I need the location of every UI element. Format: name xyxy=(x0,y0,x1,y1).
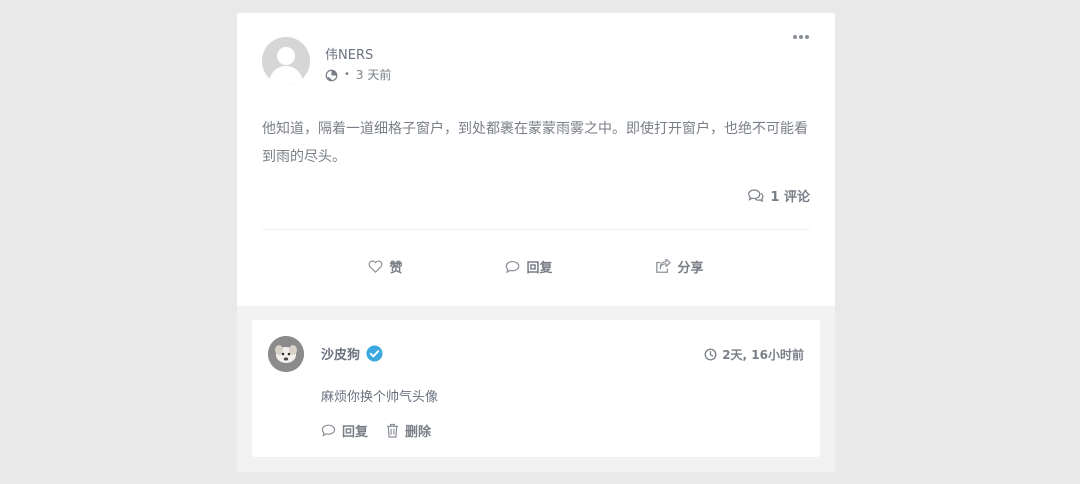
meta-separator: • xyxy=(344,69,350,80)
share-button[interactable]: 分享 xyxy=(655,257,704,276)
dog-avatar-icon xyxy=(268,336,304,372)
divider xyxy=(262,229,810,230)
post-header: 伟NERS • 3 天前 xyxy=(262,37,391,85)
heart-icon xyxy=(369,260,383,273)
more-dot-icon xyxy=(799,35,803,39)
comment-delete-label: 删除 xyxy=(405,425,432,440)
post-time[interactable]: 3 天前 xyxy=(356,67,391,83)
comment-item: 沙皮狗 2天, 16小时前 麻烦你换个帅气头像 回复 删除 xyxy=(252,320,820,457)
share-label: 分享 xyxy=(677,261,704,276)
comment-time[interactable]: 2天, 16小时前 xyxy=(704,346,804,363)
globe-icon xyxy=(325,69,338,81)
comment-actions: 回复 删除 xyxy=(321,421,431,440)
author-avatar[interactable] xyxy=(262,37,310,85)
like-button[interactable]: 赞 xyxy=(368,257,403,276)
author-name[interactable]: 伟NERS xyxy=(325,47,391,65)
post-actions: 赞 回复 分享 xyxy=(237,257,835,276)
speech-bubble-icon xyxy=(506,260,520,273)
reply-button[interactable]: 回复 xyxy=(505,257,553,276)
commenter-name-row: 沙皮狗 xyxy=(321,344,383,363)
comments-section: 沙皮狗 2天, 16小时前 麻烦你换个帅气头像 回复 删除 xyxy=(237,306,835,472)
commenter-avatar[interactable] xyxy=(268,336,304,372)
comment-delete-button[interactable]: 删除 xyxy=(386,421,431,440)
commenter-name[interactable]: 沙皮狗 xyxy=(321,344,360,363)
clock-icon xyxy=(704,348,717,361)
comment-time-label: 2天, 16小时前 xyxy=(722,348,804,362)
post-card: 伟NERS • 3 天前 他知道，隔着一道细格子窗户，到处都裹在蒙蒙雨雾之中。即… xyxy=(237,13,835,472)
post-content: 他知道，隔着一道细格子窗户，到处都裹在蒙蒙雨雾之中。即使打开窗户，也绝不可能看到… xyxy=(262,121,808,165)
default-avatar-icon xyxy=(262,37,310,85)
post-meta: • 3 天前 xyxy=(325,67,391,83)
share-icon xyxy=(656,259,672,273)
comment-count-link[interactable]: 1 评论 xyxy=(747,186,810,205)
more-dot-icon xyxy=(805,35,809,39)
comment-content: 麻烦你换个帅气头像 xyxy=(321,390,439,405)
speech-bubble-icon xyxy=(321,424,336,437)
author-block: 伟NERS • 3 天前 xyxy=(325,47,391,83)
comments-icon xyxy=(748,189,764,203)
reply-label: 回复 xyxy=(526,261,553,276)
more-dot-icon xyxy=(793,35,797,39)
more-options-button[interactable] xyxy=(793,35,809,39)
trash-icon xyxy=(386,423,399,438)
comment-count-label: 1 评论 xyxy=(770,190,810,205)
comment-reply-button[interactable]: 回复 xyxy=(321,421,368,440)
like-label: 赞 xyxy=(389,261,403,276)
comment-reply-label: 回复 xyxy=(342,425,369,440)
verified-check-icon xyxy=(366,345,383,362)
